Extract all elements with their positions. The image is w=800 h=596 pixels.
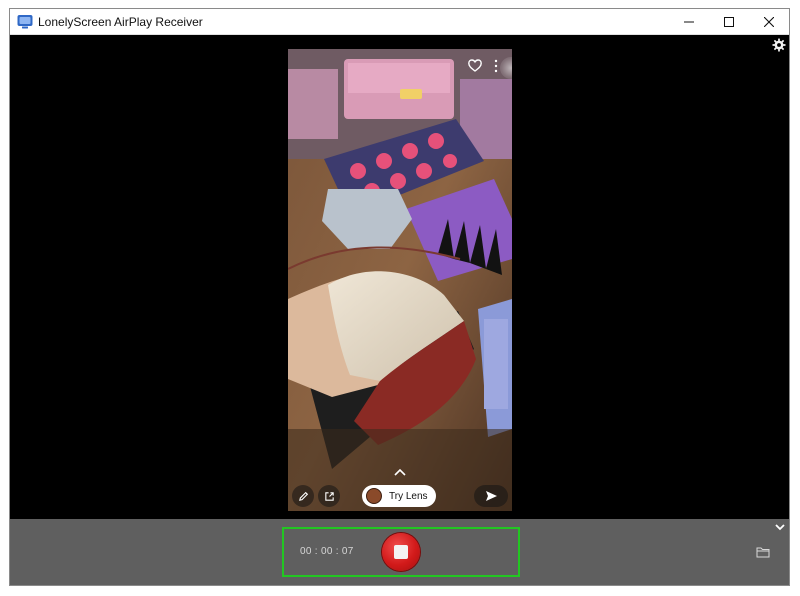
try-lens-button[interactable]: Try Lens bbox=[362, 485, 436, 507]
more-dots-icon[interactable] bbox=[493, 59, 499, 73]
stop-record-icon bbox=[394, 545, 408, 559]
monitor-icon bbox=[17, 15, 33, 29]
share-button[interactable] bbox=[318, 485, 340, 507]
pencil-icon bbox=[298, 491, 308, 501]
close-button[interactable] bbox=[749, 9, 789, 35]
recording-toolbar: 00 : 00 : 07 bbox=[10, 519, 789, 585]
maximize-button[interactable] bbox=[709, 9, 749, 35]
folder-icon[interactable] bbox=[756, 546, 770, 558]
edit-button[interactable] bbox=[292, 485, 314, 507]
share-icon bbox=[324, 491, 334, 501]
stop-record-button[interactable] bbox=[382, 533, 420, 571]
try-lens-label: Try Lens bbox=[389, 490, 428, 502]
close-icon bbox=[764, 17, 774, 27]
chevron-up-icon[interactable] bbox=[392, 467, 408, 477]
video-frame-image bbox=[288, 49, 512, 511]
maximize-icon bbox=[724, 17, 734, 27]
mirror-stage: Try Lens bbox=[10, 35, 789, 519]
chevron-down-icon[interactable] bbox=[774, 522, 786, 532]
heart-icon[interactable] bbox=[468, 59, 482, 72]
window-title: LonelyScreen AirPlay Receiver bbox=[38, 15, 203, 29]
send-button[interactable] bbox=[474, 485, 508, 507]
mirrored-video[interactable]: Try Lens bbox=[288, 49, 512, 511]
minimize-button[interactable] bbox=[669, 9, 709, 35]
title-bar: LonelyScreen AirPlay Receiver bbox=[10, 9, 789, 35]
recording-controls-highlight: 00 : 00 : 07 bbox=[282, 527, 520, 577]
minimize-icon bbox=[684, 21, 694, 23]
send-icon bbox=[485, 491, 497, 501]
gear-icon[interactable] bbox=[772, 38, 786, 52]
lens-avatar bbox=[366, 488, 382, 504]
app-window: LonelyScreen AirPlay Receiver Try Lens 0… bbox=[9, 8, 790, 586]
recording-timer: 00 : 00 : 07 bbox=[300, 546, 354, 557]
